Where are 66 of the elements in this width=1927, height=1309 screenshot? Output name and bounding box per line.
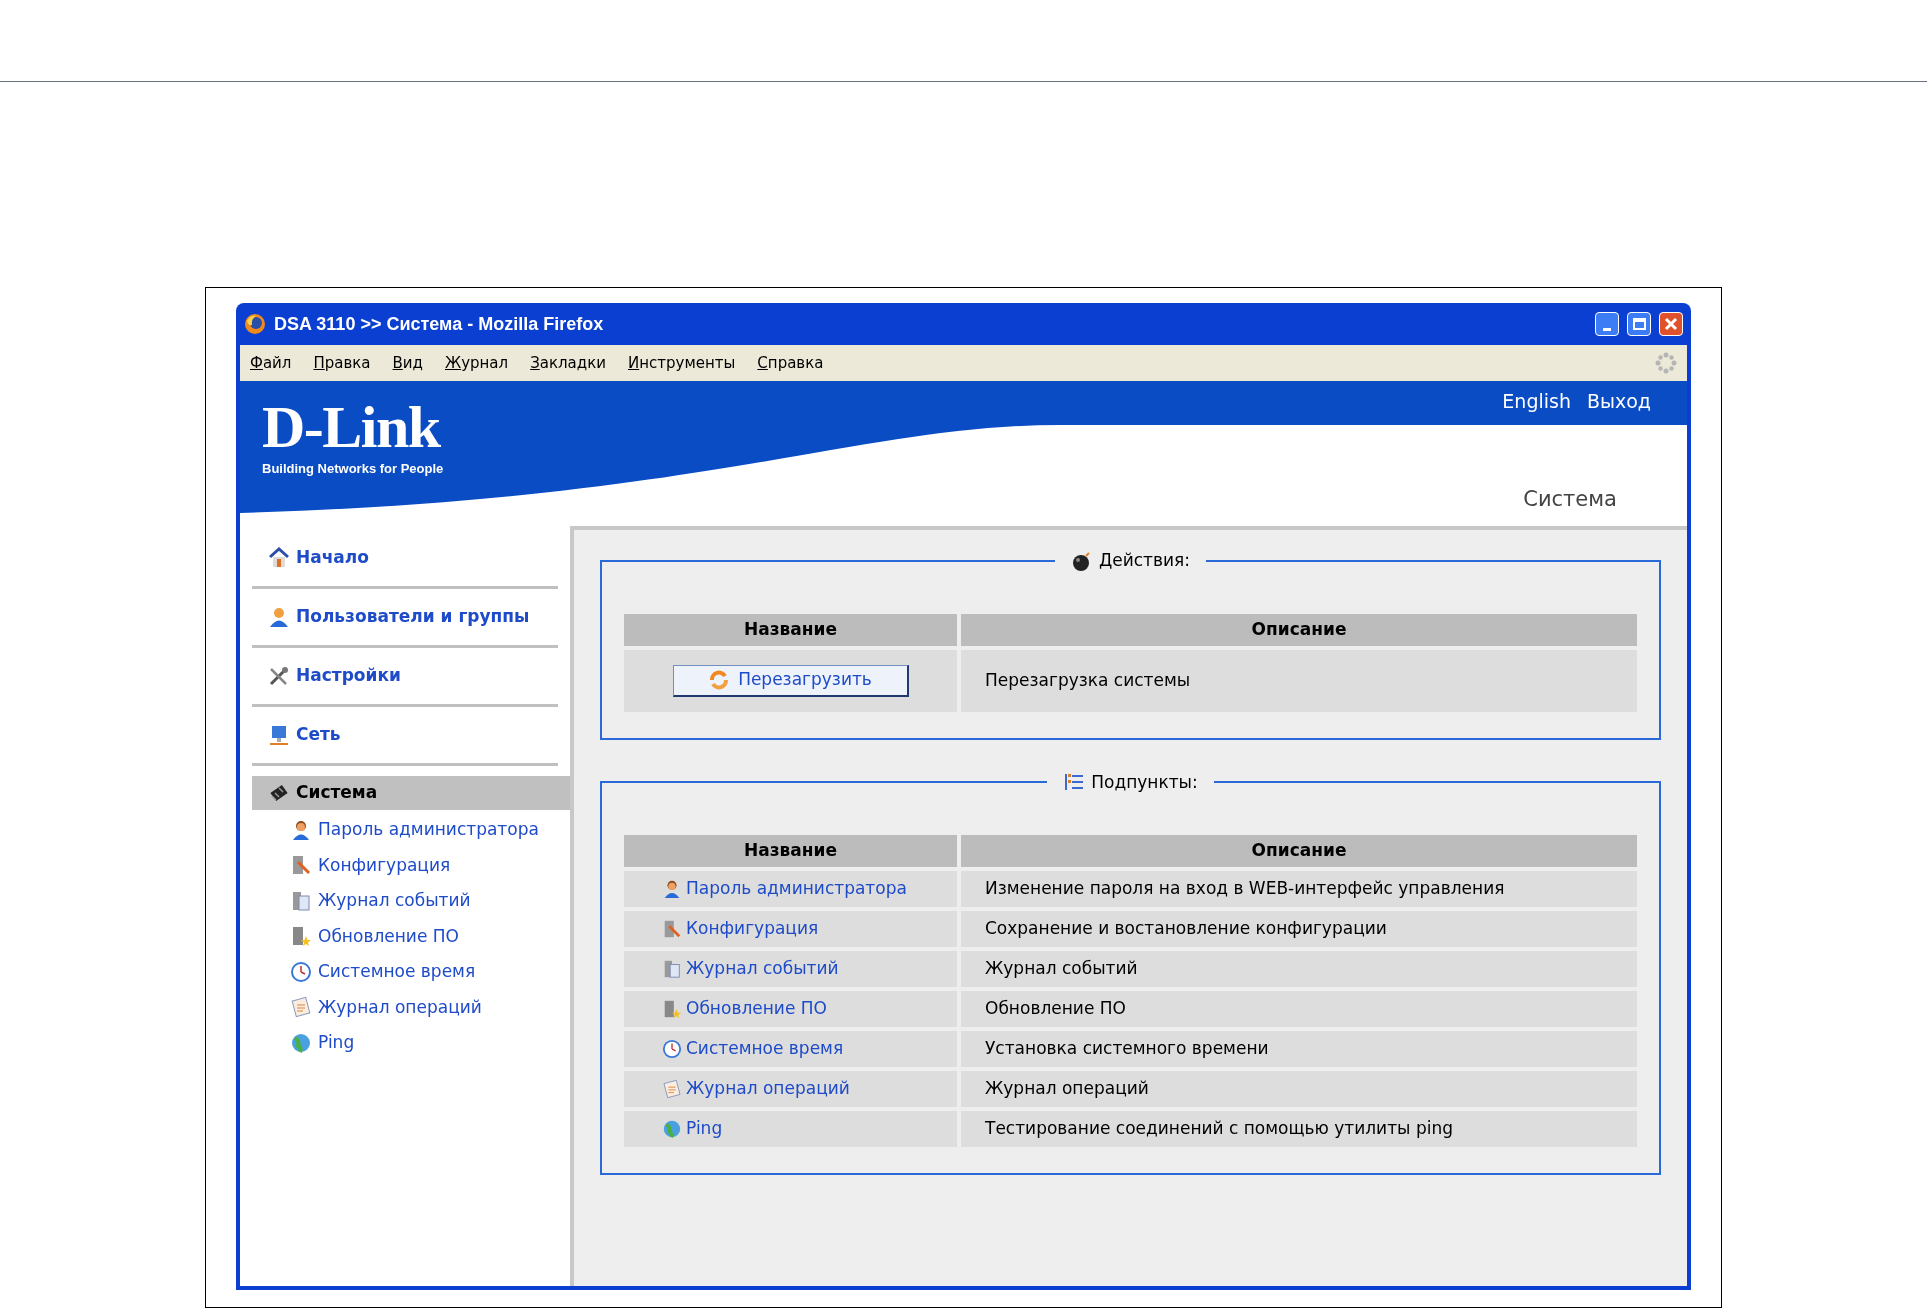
user-icon bbox=[662, 879, 682, 899]
menu-item[interactable]: Правка bbox=[313, 351, 371, 375]
section-title: Действия: bbox=[1098, 549, 1191, 572]
table-cell-text: Обновление ПО bbox=[985, 997, 1126, 1021]
throbber-icon bbox=[1655, 352, 1677, 374]
maximize-button[interactable] bbox=[1627, 312, 1651, 336]
document-star-icon bbox=[662, 999, 682, 1019]
bomb-icon bbox=[1070, 549, 1093, 572]
nav-subitem[interactable]: Системное время bbox=[252, 954, 570, 990]
document-star-icon bbox=[290, 925, 312, 948]
document-wrench-icon bbox=[662, 919, 682, 939]
header-link[interactable]: Выход bbox=[1586, 387, 1651, 416]
reboot-button[interactable]: Перезагрузить bbox=[672, 664, 909, 697]
window-title: DSA 3110 >> Система - Mozilla Firefox bbox=[274, 312, 605, 336]
computer-icon bbox=[268, 724, 290, 746]
globe-icon bbox=[662, 1119, 682, 1139]
nav-subitem[interactable]: Конфигурация bbox=[252, 847, 570, 883]
close-icon bbox=[1664, 317, 1678, 331]
user-icon bbox=[268, 606, 290, 628]
table-cell-text: Установка системного времени bbox=[985, 1037, 1269, 1061]
table-cell-text: Сохранение и востановление конфигурации bbox=[985, 917, 1387, 941]
clock-icon bbox=[290, 960, 312, 983]
column-header: Название bbox=[624, 835, 957, 867]
user-icon bbox=[290, 818, 312, 841]
home-icon bbox=[268, 547, 290, 569]
column-header: Описание bbox=[961, 835, 1637, 867]
documents-icon bbox=[290, 889, 312, 912]
table-cell-text: Перезагрузка системы bbox=[985, 668, 1191, 692]
table-cell-text: Изменение пароля на вход в WEB-интерфейс управления bbox=[985, 877, 1505, 901]
menu-item[interactable]: Вид bbox=[392, 351, 423, 375]
section-title: Подпункты: bbox=[1091, 770, 1198, 794]
nav-item[interactable]: Начало bbox=[252, 530, 558, 586]
nav-subitem[interactable]: Журнал событий bbox=[252, 883, 570, 919]
subitem-link[interactable]: Ping bbox=[662, 1116, 723, 1142]
minimize-button[interactable] bbox=[1595, 312, 1619, 336]
table-cell-text: Журнал операций bbox=[985, 1077, 1149, 1101]
header-link[interactable]: English bbox=[1502, 387, 1571, 416]
notepad-icon bbox=[662, 1079, 682, 1099]
nav-subitem[interactable]: Обновление ПО bbox=[252, 918, 570, 954]
tools-icon bbox=[268, 665, 290, 687]
nav-subitem[interactable]: Журнал операций bbox=[252, 989, 570, 1025]
brand-tagline: Building Networks for People bbox=[262, 460, 444, 478]
nav-subitem[interactable]: Ping bbox=[252, 1025, 570, 1061]
close-button[interactable] bbox=[1659, 312, 1683, 336]
nav-item[interactable]: Сеть bbox=[252, 707, 558, 763]
nav-item[interactable]: Настройки bbox=[252, 648, 558, 704]
document-wrench-icon bbox=[290, 854, 312, 877]
column-header: Название bbox=[624, 613, 957, 646]
menu-item[interactable]: Инструменты bbox=[628, 351, 736, 375]
nav-subitem[interactable]: Пароль администратора bbox=[252, 812, 570, 848]
refresh-icon bbox=[708, 669, 731, 691]
table-cell-text: Тестирование соединений с помощью утилиты ping bbox=[985, 1117, 1453, 1141]
browser-logo-icon bbox=[244, 313, 266, 335]
table-cell-text: Журнал событий bbox=[985, 957, 1138, 981]
menu-item[interactable]: Справка bbox=[757, 351, 824, 375]
menu-item[interactable]: Файл bbox=[250, 351, 292, 375]
brand-logo: D-Link bbox=[262, 397, 442, 457]
menu-item[interactable]: Закладки bbox=[530, 351, 606, 375]
nav-item[interactable]: Пользователи и группы bbox=[252, 589, 558, 645]
nav-item[interactable]: Система bbox=[252, 776, 570, 810]
globe-icon bbox=[290, 1031, 312, 1054]
documents-icon bbox=[662, 959, 682, 979]
menu-item[interactable]: Журнал bbox=[444, 351, 509, 375]
clock-icon bbox=[662, 1039, 682, 1059]
page-title: Система bbox=[1523, 486, 1617, 513]
column-header: Описание bbox=[961, 613, 1637, 646]
